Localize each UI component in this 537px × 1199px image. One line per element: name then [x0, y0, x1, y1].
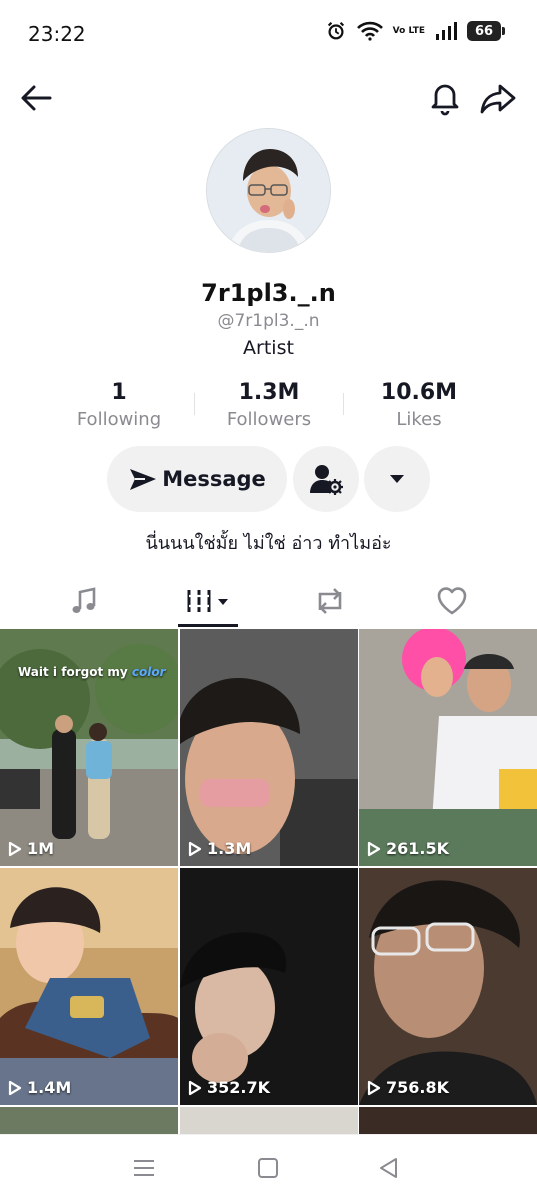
stat-value: 10.6M — [380, 380, 458, 405]
video-thumbnail[interactable]: 1.4M — [0, 868, 178, 1105]
bell-icon[interactable] — [426, 78, 464, 116]
send-icon — [130, 469, 157, 490]
view-count: 756.8K — [367, 1078, 449, 1097]
video-thumbnail[interactable] — [180, 1107, 358, 1137]
heart-icon — [437, 587, 467, 615]
tab-reposts[interactable] — [300, 574, 360, 628]
tab-music[interactable] — [54, 574, 114, 628]
caret-down-icon — [390, 475, 404, 483]
share-icon[interactable] — [478, 78, 518, 118]
status-time: 23:22 — [28, 22, 86, 46]
video-thumbnail[interactable]: 352.7K — [180, 868, 358, 1105]
thumbnail-image — [180, 868, 358, 1105]
wifi-icon — [356, 21, 383, 41]
video-thumbnail[interactable] — [0, 1107, 178, 1137]
stat-value: 1.3M — [238, 380, 300, 405]
stat-likes[interactable]: 10.6M Likes — [344, 380, 494, 436]
stat-divider — [194, 393, 195, 415]
music-note-icon — [72, 587, 96, 613]
volte-indicator: Vo LTE — [392, 25, 425, 36]
view-count: 261.5K — [367, 839, 449, 858]
video-thumbnail[interactable]: Wait i forgot my color 1M — [0, 629, 178, 866]
profile-bio: นี่นนนใช่มั้ย ไม่ใช่ อ่าว ทำไมอ่ะ — [145, 533, 392, 554]
message-button[interactable]: Message — [107, 446, 287, 512]
avatar-image — [207, 129, 330, 252]
stat-value: 1 — [111, 380, 127, 405]
alarm-icon — [327, 21, 344, 40]
user-gear-icon — [310, 465, 343, 495]
video-overlay-text: Wait i forgot my color — [18, 665, 166, 679]
home-icon[interactable] — [255, 1155, 281, 1181]
status-icons: Vo LTE 66 — [325, 20, 505, 42]
stat-label: Likes — [396, 409, 442, 430]
thumbnail-image — [359, 629, 537, 866]
content-tabs — [0, 574, 537, 628]
stat-label: Followers — [226, 409, 312, 430]
video-thumbnail[interactable]: 1.3M — [180, 629, 358, 866]
profile-stats: 1 Following 1.3M Followers 10.6M Likes — [44, 380, 494, 436]
play-icon — [188, 1080, 202, 1095]
play-icon — [188, 841, 202, 856]
tab-liked[interactable] — [422, 574, 482, 628]
back-icon[interactable] — [376, 1155, 402, 1181]
message-label: Message — [162, 467, 266, 491]
view-count: 1.3M — [188, 839, 251, 858]
back-arrow-icon[interactable] — [18, 80, 54, 116]
username: @7r1pl3._.n — [217, 311, 320, 331]
stat-followers[interactable]: 1.3M Followers — [194, 380, 344, 436]
status-bar: 23:22 Vo LTE 66 — [0, 0, 537, 68]
signal-icon — [436, 22, 457, 40]
view-count: 352.7K — [188, 1078, 270, 1097]
thumbnail-image — [359, 868, 537, 1105]
stat-label: Following — [76, 409, 162, 430]
display-name: 7r1pl3._.n — [201, 279, 336, 307]
add-friend-settings-button[interactable] — [293, 446, 359, 512]
system-navigation-bar — [0, 1134, 537, 1199]
tab-videos[interactable] — [178, 574, 238, 628]
video-thumbnail[interactable] — [359, 1107, 537, 1137]
repost-icon — [318, 588, 342, 614]
avatar[interactable] — [206, 128, 331, 253]
profile-category: Artist — [243, 337, 294, 359]
play-icon — [367, 841, 381, 856]
stat-following[interactable]: 1 Following — [44, 380, 194, 436]
video-thumbnail[interactable]: 261.5K — [359, 629, 537, 866]
thumbnail-image — [180, 629, 358, 866]
recent-apps-icon[interactable] — [131, 1155, 157, 1181]
video-thumbnail[interactable]: 756.8K — [359, 868, 537, 1105]
thumbnail-image — [0, 868, 178, 1105]
more-dropdown-button[interactable] — [364, 446, 430, 512]
play-icon — [367, 1080, 381, 1095]
view-count: 1.4M — [8, 1078, 71, 1097]
grid-icon — [187, 590, 228, 612]
play-icon — [8, 1080, 22, 1095]
view-count: 1M — [8, 839, 54, 858]
battery-indicator: 66 — [467, 21, 505, 41]
play-icon — [8, 841, 22, 856]
active-tab-indicator — [178, 624, 238, 627]
